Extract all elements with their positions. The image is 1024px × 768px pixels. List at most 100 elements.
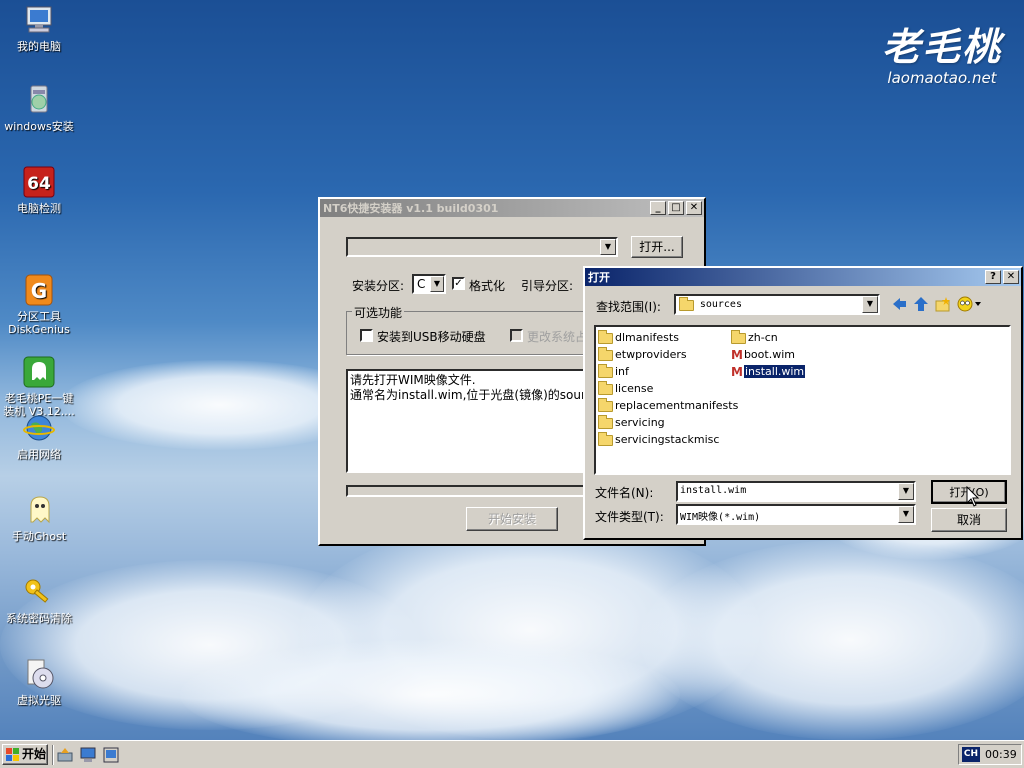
input-language-indicator[interactable]: CH — [962, 747, 980, 762]
open-dialog-title: 打开 — [588, 271, 610, 284]
back-arrow-icon[interactable] — [891, 296, 907, 312]
view-menu-icon[interactable] — [957, 296, 983, 312]
folder-icon — [598, 397, 613, 412]
minimize-button[interactable]: _ — [650, 201, 666, 215]
dropdown-arrow-icon[interactable]: ▼ — [898, 483, 914, 500]
badge-64: 64 — [27, 174, 51, 194]
list-item[interactable]: license — [598, 380, 653, 397]
install-partition-select[interactable]: C ▼ — [412, 274, 446, 294]
ghost-green-icon — [23, 343, 55, 388]
desktop-icon-my-computer[interactable]: 我的电脑 — [0, 4, 78, 53]
wim-path-dropdown[interactable]: ▼ — [346, 237, 618, 257]
boot-partition-label: 引导分区: — [521, 279, 574, 293]
open-file-button[interactable]: 打开... — [631, 236, 683, 258]
install-partition-label: 安装分区: — [352, 279, 405, 293]
list-item-selected[interactable]: Minstall.wim — [731, 364, 807, 380]
disc-icon — [23, 658, 55, 690]
desktop-icon-label: 系统密码清除 — [6, 612, 72, 625]
desktop-icon-windows-install[interactable]: windows安装 — [0, 84, 78, 133]
ghost-icon — [23, 494, 55, 526]
file-list: dlmanifests etwproviders inf license rep… — [594, 325, 1011, 475]
clock[interactable]: 00:39 — [985, 748, 1017, 761]
svg-text:G: G — [31, 279, 47, 303]
filetype-select[interactable]: WIM映像(*.wim) ▼ — [676, 504, 916, 525]
start-button[interactable]: 开始 — [2, 744, 48, 765]
log-line-1: 请先打开WIM映像文件. — [350, 373, 476, 387]
filetype-label: 文件类型(T): — [595, 510, 664, 524]
folder-icon — [598, 329, 613, 344]
look-in-label: 查找范围(I): — [596, 300, 661, 314]
open-dialog: 打开 ? ✕ 查找范围(I): sources ▼ dlmanifests et… — [583, 266, 1023, 540]
list-item[interactable]: replacementmanifests — [598, 397, 738, 414]
close-button[interactable]: ✕ — [686, 201, 702, 215]
close-button[interactable]: ✕ — [1003, 270, 1019, 284]
aida64-icon: 64 — [23, 166, 55, 198]
start-install-button[interactable]: 开始安装 — [466, 507, 558, 531]
desktop-icon-enable-network[interactable]: 启用网络 — [0, 412, 78, 461]
log-line-2: 通常名为install.wim,位于光盘(镜像)的sources — [350, 388, 606, 402]
logo-url: laomaotao.net — [887, 69, 997, 87]
wim-file-icon: M — [731, 365, 743, 379]
dropdown-arrow-icon[interactable]: ▼ — [600, 239, 616, 255]
look-in-dropdown[interactable]: sources ▼ — [674, 294, 880, 315]
format-checkbox[interactable]: ✓ — [452, 277, 465, 290]
globe-icon — [23, 412, 55, 444]
system-tray: CH 00:39 — [958, 744, 1022, 765]
quicklaunch-computer-icon[interactable] — [80, 747, 96, 763]
new-folder-icon[interactable] — [935, 296, 951, 312]
start-label: 开始 — [22, 747, 47, 761]
cancel-button[interactable]: 取消 — [931, 508, 1007, 532]
list-item[interactable]: servicing — [598, 414, 665, 431]
install-partition-value: C — [417, 277, 426, 291]
installer-titlebar: NT6快捷安装器 v1.1 build0301 _ □ ✕ — [320, 199, 704, 217]
desktop-icon-label: 电脑检测 — [17, 202, 61, 215]
filename-label: 文件名(N): — [595, 486, 654, 500]
dropdown-arrow-icon[interactable]: ▼ — [898, 506, 914, 523]
folder-icon — [679, 296, 694, 311]
windows-logo-icon — [6, 747, 19, 761]
folder-icon — [598, 346, 613, 361]
open-dialog-titlebar: 打开 ? ✕ — [585, 268, 1021, 286]
desktop-icon-virtual-drive[interactable]: 虚拟光驱 — [0, 658, 78, 707]
installer-title: NT6快捷安装器 v1.1 build0301 — [323, 202, 499, 215]
list-item[interactable]: etwproviders — [598, 346, 687, 363]
help-button[interactable]: ? — [985, 270, 1001, 284]
quicklaunch-desktop-icon[interactable] — [103, 747, 119, 763]
desktop-icon-label: 启用网络 — [17, 448, 61, 461]
list-item[interactable]: zh-cn — [731, 329, 778, 346]
logo-title: 老毛桃 — [881, 24, 1002, 69]
usb-install-label: 安装到USB移动硬盘 — [377, 330, 486, 344]
quicklaunch-tool-icon[interactable] — [57, 747, 73, 763]
desktop-icon-pc-check[interactable]: 64 电脑检测 — [0, 166, 78, 215]
installer-icon — [23, 84, 55, 116]
desktop-icon-manual-ghost[interactable]: 手动Ghost — [0, 494, 78, 543]
up-folder-icon[interactable] — [913, 296, 929, 312]
change-system-checkbox[interactable] — [510, 329, 523, 342]
list-item[interactable]: dlmanifests — [598, 329, 679, 346]
taskbar: 开始 CH 00:39 — [0, 740, 1024, 768]
desktop-icon-password-clear[interactable]: 系统密码清除 — [0, 576, 78, 625]
list-item[interactable]: servicingstackmisc — [598, 431, 719, 448]
optional-features-title: 可选功能 — [352, 304, 405, 321]
list-item[interactable]: inf — [598, 363, 629, 380]
format-label: 格式化 — [469, 279, 506, 293]
desktop-icon-label: 虚拟光驱 — [17, 694, 61, 707]
look-in-value: sources — [699, 299, 742, 310]
brand-logo: 老毛桃 laomaotao.net — [882, 16, 1002, 87]
folder-icon — [598, 414, 613, 429]
desktop-icon-label: 我的电脑 — [17, 40, 61, 53]
maximize-button[interactable]: □ — [668, 201, 684, 215]
diskgenius-icon: G — [23, 261, 55, 306]
key-icon — [23, 576, 55, 608]
desktop-icon-label: 手动Ghost — [11, 530, 67, 543]
dropdown-arrow-icon[interactable]: ▼ — [430, 276, 444, 292]
wim-file-icon: M — [731, 348, 743, 362]
folder-icon — [598, 363, 613, 378]
cursor-icon — [966, 486, 980, 507]
usb-install-checkbox[interactable] — [360, 329, 373, 342]
dropdown-arrow-icon[interactable]: ▼ — [862, 296, 878, 313]
computer-icon — [23, 4, 55, 36]
list-item[interactable]: Mboot.wim — [731, 347, 795, 363]
folder-icon — [731, 329, 746, 344]
filename-input[interactable]: install.wim ▼ — [676, 481, 916, 502]
